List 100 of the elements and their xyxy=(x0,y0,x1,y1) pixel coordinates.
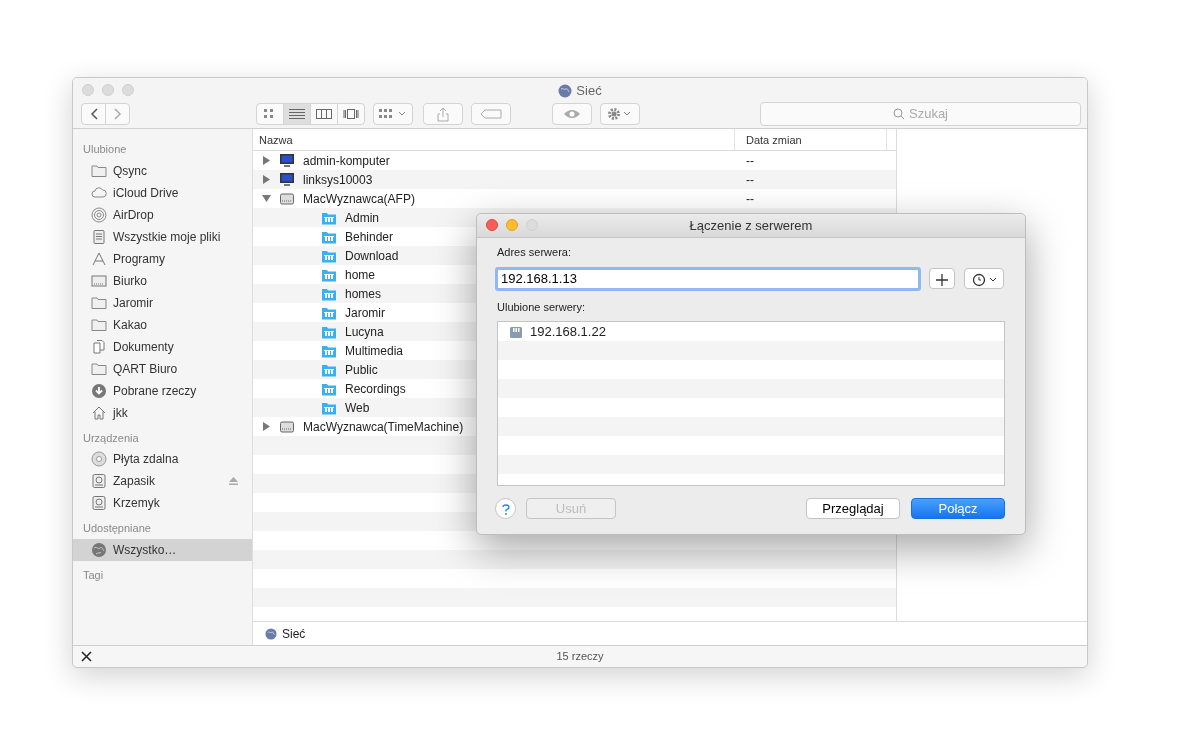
download-icon xyxy=(91,382,107,399)
search-icon xyxy=(893,108,905,120)
sidebar-item[interactable]: Qsync xyxy=(73,159,252,182)
sidebar-item[interactable]: Biurko xyxy=(73,269,252,292)
section-heading: Tagi xyxy=(82,567,105,583)
tag-icon xyxy=(480,109,502,119)
document-stack-icon xyxy=(91,228,107,245)
house-icon xyxy=(91,404,107,421)
add-button[interactable] xyxy=(929,268,955,289)
date-cell-text: -- xyxy=(746,190,754,208)
section-heading: Urządzenia xyxy=(82,430,140,446)
grid-dropdown-icon xyxy=(378,108,408,120)
help-button[interactable] xyxy=(495,498,516,519)
sidebar-item[interactable]: AirDrop xyxy=(73,203,252,226)
gear-menu-button[interactable] xyxy=(600,103,640,125)
question-mark-icon xyxy=(501,504,510,516)
field-label: Adres serwera: xyxy=(497,245,572,260)
file-name[interactable]: Public xyxy=(345,360,378,379)
sidebar-item[interactable]: jkk xyxy=(73,401,252,424)
file-name[interactable]: Lucyna xyxy=(345,322,384,341)
eye-icon xyxy=(563,109,581,119)
minimize-button[interactable] xyxy=(506,219,518,231)
field-label: Ulubione serwery: xyxy=(497,299,587,315)
disclosure-triangle-icon[interactable] xyxy=(261,422,271,431)
server-address-field[interactable]: 192.168.1.13 xyxy=(495,266,921,291)
icon-view-button[interactable] xyxy=(256,103,284,125)
apps-icon xyxy=(91,250,107,267)
folder-icon xyxy=(91,294,107,311)
dialog-title: Łączenie z serwerem xyxy=(689,216,813,235)
sidebar-item[interactable]: Wszystko… xyxy=(73,538,252,561)
sidebar-item[interactable]: iCloud Drive xyxy=(73,181,252,204)
file-name[interactable]: Web xyxy=(345,398,370,417)
chevron-left-icon xyxy=(89,108,98,120)
path-item[interactable]: Sieć xyxy=(282,624,306,643)
hard-drive-icon xyxy=(91,473,107,489)
sidebar-item[interactable]: Programy xyxy=(73,247,252,270)
eject-icon[interactable] xyxy=(229,477,238,485)
globe-icon xyxy=(558,83,573,98)
sidebar-item[interactable]: Zapasik xyxy=(73,470,252,492)
column-view-button[interactable] xyxy=(310,103,338,125)
sidebar-item[interactable]: Kakao xyxy=(73,313,252,336)
server-list-item[interactable]: 192.168.1.22 xyxy=(498,322,1004,341)
file-name[interactable]: home xyxy=(345,265,376,284)
folder-icon xyxy=(91,316,107,333)
file-name[interactable]: Jaromir xyxy=(345,303,385,322)
disc-icon xyxy=(91,451,107,467)
airdrop-icon xyxy=(91,206,107,223)
gear-icon xyxy=(607,107,633,121)
disclosure-triangle-icon[interactable] xyxy=(261,175,271,184)
sidebar-item[interactable]: Krzemyk xyxy=(73,492,252,514)
browse-button[interactable]: Przeglądaj xyxy=(806,498,900,519)
column-header[interactable]: Nazwa xyxy=(253,129,735,150)
connect-button[interactable]: Połącz xyxy=(911,498,1005,519)
file-name[interactable]: linksys10003 xyxy=(303,170,373,189)
column-header[interactable]: Data zmian xyxy=(735,129,887,150)
globe-icon xyxy=(265,627,277,640)
sidebar-toggle-icon[interactable] xyxy=(81,651,92,662)
cloud-icon xyxy=(91,184,107,201)
disclosure-triangle-icon[interactable] xyxy=(261,156,271,165)
sidebar-item[interactable]: Pobrane rzeczy xyxy=(73,379,252,402)
chevron-right-icon xyxy=(113,108,122,120)
sidebar-item[interactable]: Dokumenty xyxy=(73,335,252,358)
sidebar-item[interactable]: Jaromir xyxy=(73,291,252,314)
file-name[interactable]: homes xyxy=(345,284,382,303)
globe-icon xyxy=(91,541,107,558)
folder-icon xyxy=(91,360,107,377)
folder-icon xyxy=(91,162,107,179)
file-name[interactable]: Behinder xyxy=(345,227,394,246)
share-icon xyxy=(437,106,449,122)
section-heading: Ulubione xyxy=(82,142,128,157)
section-heading: Udostępniane xyxy=(82,521,152,536)
columns-icon xyxy=(316,108,332,120)
recent-servers-button[interactable] xyxy=(964,268,1004,289)
back-button[interactable] xyxy=(81,103,106,125)
item-count: 15 rzeczy xyxy=(556,649,604,665)
file-name[interactable]: MacWyznawca(AFP) xyxy=(303,189,415,208)
monitor-icon xyxy=(279,171,295,188)
list-view-button[interactable] xyxy=(283,103,311,125)
desktop-icon xyxy=(91,272,107,289)
window-title: Sieć xyxy=(576,82,602,100)
quick-look-button[interactable] xyxy=(552,103,592,125)
arrange-button[interactable] xyxy=(373,103,413,125)
cover-flow-button[interactable] xyxy=(337,103,365,125)
close-button[interactable] xyxy=(486,219,498,231)
server-icon xyxy=(279,190,295,207)
sidebar-item[interactable]: Płyta zdalna xyxy=(73,448,252,470)
documents-icon xyxy=(91,338,107,355)
list-icon xyxy=(289,108,305,120)
file-name[interactable]: Admin xyxy=(345,208,379,227)
file-name[interactable]: admin-komputer xyxy=(303,151,390,170)
file-name[interactable]: Download xyxy=(345,246,399,265)
plus-icon xyxy=(935,272,949,287)
sidebar-item[interactable]: QART Biuro xyxy=(73,357,252,380)
file-name[interactable]: Recordings xyxy=(345,379,406,398)
file-name[interactable]: Multimedia xyxy=(345,341,404,360)
date-cell-text: -- xyxy=(746,152,754,170)
disclosure-triangle-icon[interactable] xyxy=(261,194,271,203)
clock-icon xyxy=(970,272,998,287)
sidebar-item[interactable]: Wszystkie moje pliki xyxy=(73,225,252,248)
file-name[interactable]: MacWyznawca(TimeMachine) xyxy=(303,417,464,436)
